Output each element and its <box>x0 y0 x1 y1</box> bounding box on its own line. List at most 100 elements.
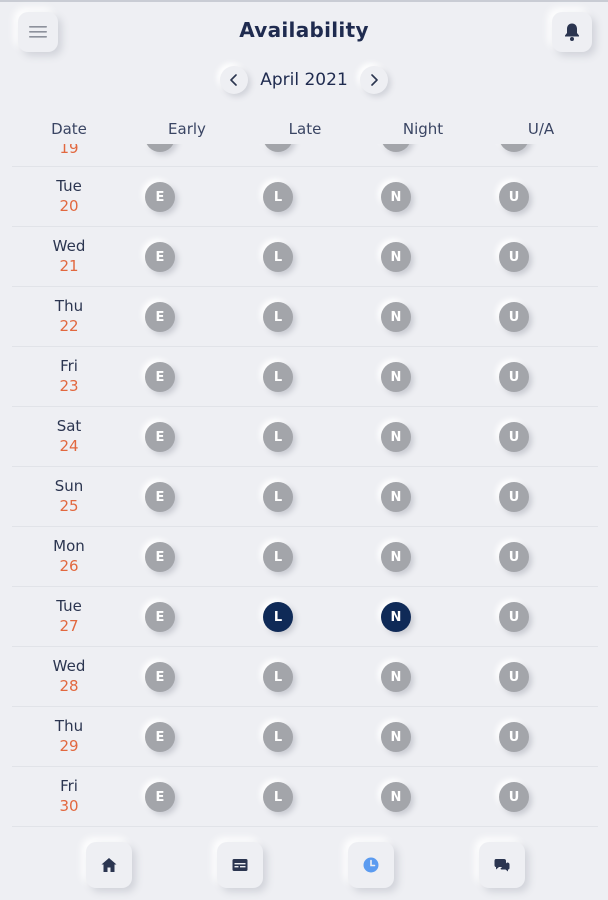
day-label: Fri 23 <box>29 357 109 395</box>
day-of-week: Sun <box>54 477 84 495</box>
shift-toggle-n[interactable]: N <box>381 302 411 332</box>
shift-toggle-n[interactable]: N <box>381 242 411 272</box>
shift-toggle-n[interactable]: N <box>381 542 411 572</box>
chevron-left-icon <box>230 74 237 86</box>
shift-toggle-n[interactable]: N <box>381 362 411 392</box>
shift-toggle-e[interactable]: E <box>145 542 175 572</box>
shift-toggle-l[interactable]: L <box>263 144 293 152</box>
shift-toggle-e[interactable]: E <box>145 302 175 332</box>
shift-toggle-u[interactable]: U <box>499 722 529 752</box>
shift-toggle-l[interactable]: L <box>263 302 293 332</box>
notifications-button[interactable] <box>552 12 592 52</box>
shift-toggle-l[interactable]: L <box>263 722 293 752</box>
shift-toggle-n[interactable]: N <box>381 782 411 812</box>
home-icon <box>101 858 117 872</box>
day-row: Thu 29 E L N U <box>12 707 598 767</box>
day-label: Fri 30 <box>29 777 109 815</box>
shift-toggle-l[interactable]: L <box>263 242 293 272</box>
day-row: 19 E L N U <box>12 144 598 167</box>
day-number: 23 <box>59 377 79 395</box>
shift-toggle-e[interactable]: E <box>145 144 175 152</box>
shift-toggle-e[interactable]: E <box>145 602 175 632</box>
shift-toggle-l[interactable]: L <box>263 782 293 812</box>
previous-month-button[interactable] <box>220 66 248 94</box>
day-number: 19 <box>59 144 79 157</box>
shift-toggle-u[interactable]: U <box>499 662 529 692</box>
shift-toggle-u[interactable]: U <box>499 782 529 812</box>
shift-toggle-u[interactable]: U <box>499 542 529 572</box>
shift-toggle-n[interactable]: N <box>381 602 411 632</box>
tab-home[interactable] <box>86 842 132 888</box>
day-of-week: Fri <box>60 357 78 375</box>
day-row: Fri 30 E L N U <box>12 767 598 827</box>
shift-toggle-e[interactable]: E <box>145 722 175 752</box>
day-row: Wed 28 E L N U <box>12 647 598 707</box>
column-header-date: Date <box>51 120 87 138</box>
shift-toggle-l[interactable]: L <box>263 662 293 692</box>
month-label: April 2021 <box>260 70 348 90</box>
shift-toggle-l[interactable]: L <box>263 602 293 632</box>
day-number: 26 <box>59 557 79 575</box>
shift-toggle-l[interactable]: L <box>263 182 293 212</box>
month-navigator: April 2021 <box>0 64 608 96</box>
shift-toggle-n[interactable]: N <box>381 144 411 152</box>
bell-icon <box>565 23 579 41</box>
day-label: Thu 22 <box>29 297 109 335</box>
shift-toggle-e[interactable]: E <box>145 782 175 812</box>
day-row: Thu 22 E L N U <box>12 287 598 347</box>
shift-toggle-l[interactable]: L <box>263 482 293 512</box>
shift-toggle-u[interactable]: U <box>499 602 529 632</box>
availability-list[interactable]: 19 E L N U Tue 20 E L N U Wed 21 E L N U Thu 22 E L N U Fri 23 E L… <box>12 144 598 829</box>
shift-toggle-n[interactable]: N <box>381 182 411 212</box>
shift-toggle-e[interactable]: E <box>145 242 175 272</box>
day-of-week: Thu <box>54 297 84 315</box>
shift-toggle-n[interactable]: N <box>381 662 411 692</box>
shift-toggle-n[interactable]: N <box>381 722 411 752</box>
shift-toggle-u[interactable]: U <box>499 144 529 152</box>
day-of-week: Fri <box>60 777 78 795</box>
day-row: Sat 24 E L N U <box>12 407 598 467</box>
day-row: Wed 21 E L N U <box>12 227 598 287</box>
shift-toggle-n[interactable]: N <box>381 482 411 512</box>
day-of-week: Wed <box>52 657 86 675</box>
shift-toggle-u[interactable]: U <box>499 422 529 452</box>
shift-toggle-e[interactable]: E <box>145 362 175 392</box>
shift-toggle-u[interactable]: U <box>499 302 529 332</box>
day-label: Wed 28 <box>29 657 109 695</box>
day-of-week: Tue <box>56 597 82 615</box>
calendar-icon <box>232 859 248 871</box>
day-label: Tue 20 <box>29 177 109 215</box>
chevron-right-icon <box>371 74 378 86</box>
shift-toggle-e[interactable]: E <box>145 422 175 452</box>
tab-messages[interactable] <box>479 842 525 888</box>
day-number: 21 <box>59 257 79 275</box>
next-month-button[interactable] <box>360 66 388 94</box>
day-of-week: Wed <box>52 237 86 255</box>
page-title: Availability <box>239 18 369 42</box>
shift-toggle-e[interactable]: E <box>145 662 175 692</box>
shift-toggle-e[interactable]: E <box>145 182 175 212</box>
day-row: Fri 23 E L N U <box>12 347 598 407</box>
shift-toggle-l[interactable]: L <box>263 422 293 452</box>
day-of-week: Thu <box>54 717 84 735</box>
shift-toggle-u[interactable]: U <box>499 482 529 512</box>
day-label: Tue 27 <box>29 597 109 635</box>
shift-toggle-u[interactable]: U <box>499 182 529 212</box>
shift-toggle-n[interactable]: N <box>381 422 411 452</box>
day-label: Sat 24 <box>29 417 109 455</box>
clock-icon <box>363 857 379 873</box>
column-header-unavailable: U/A <box>527 120 555 138</box>
shift-toggle-l[interactable]: L <box>263 362 293 392</box>
tab-availability[interactable] <box>348 842 394 888</box>
shift-toggle-u[interactable]: U <box>499 242 529 272</box>
day-row: Tue 27 E L N U <box>12 587 598 647</box>
day-row: Mon 26 E L N U <box>12 527 598 587</box>
bottom-navigation <box>0 842 608 892</box>
shift-toggle-l[interactable]: L <box>263 542 293 572</box>
day-number: 25 <box>59 497 79 515</box>
day-row: Tue 20 E L N U <box>12 167 598 227</box>
tab-schedule[interactable] <box>217 842 263 888</box>
shift-toggle-e[interactable]: E <box>145 482 175 512</box>
shift-toggle-u[interactable]: U <box>499 362 529 392</box>
day-label: Wed 21 <box>29 237 109 275</box>
